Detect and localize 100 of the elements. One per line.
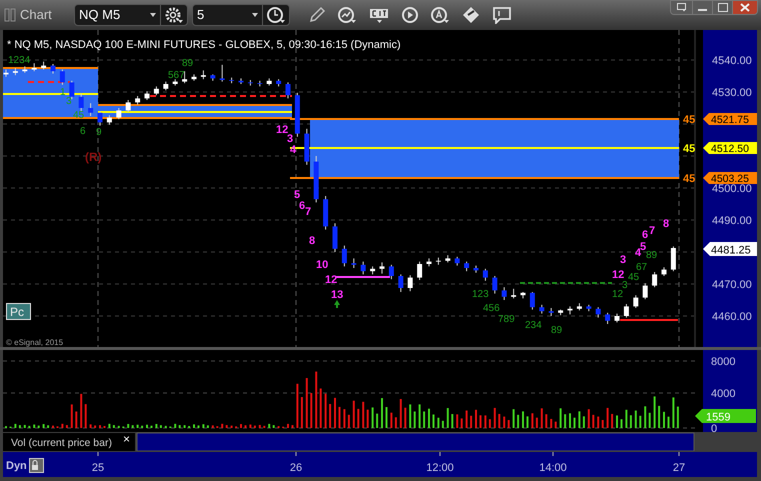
chart-circle-icon[interactable] [337, 6, 357, 24]
candle [323, 196, 328, 230]
candle [220, 64, 225, 82]
candle [294, 92, 300, 138]
candle [22, 66, 28, 74]
price-marker: 4521.75 [703, 113, 757, 126]
candle [464, 261, 470, 272]
candle [436, 257, 441, 266]
candle [474, 265, 478, 274]
level-line [335, 276, 390, 278]
count-label: 6 [642, 229, 648, 241]
candle [454, 256, 460, 266]
volume-label: 4000 [711, 388, 736, 400]
candle [445, 254, 450, 263]
candle [408, 274, 413, 292]
price-label: 4460.00 [712, 311, 752, 323]
candle [342, 245, 347, 267]
candle [633, 294, 638, 308]
volume-reading-marker: 1559 [695, 409, 756, 424]
minimize-button[interactable] [692, 1, 712, 14]
count-label: 6 [80, 126, 86, 137]
candle [360, 261, 366, 275]
date-label: 14:00 [539, 462, 567, 474]
date-label: 12:00 [426, 462, 454, 474]
price-label: 4490.00 [712, 215, 752, 227]
diamond-icon[interactable] [461, 6, 481, 24]
candle [520, 292, 526, 299]
count-label: 3 [622, 280, 628, 291]
candle [210, 74, 216, 82]
count-label: 8 [663, 218, 670, 230]
play-icon[interactable] [401, 6, 419, 24]
candle [32, 62, 37, 72]
count-label: 789 [498, 314, 515, 325]
alert-circle-icon[interactable] [430, 6, 450, 24]
level-line [28, 81, 70, 83]
count-label: 13 [331, 289, 344, 301]
pencil-icon[interactable] [308, 6, 326, 24]
count-label: 6 [299, 200, 306, 212]
close-study-button[interactable]: × [118, 432, 135, 451]
price-label: 4530.00 [712, 87, 752, 99]
count-label: 45 [628, 272, 640, 283]
symbol-combo[interactable]: NQ M5 [74, 4, 188, 26]
candle [568, 306, 572, 315]
candle [530, 292, 535, 310]
level-line [620, 319, 678, 321]
candle [511, 288, 516, 299]
gear-icon[interactable] [163, 6, 185, 24]
window-menu-button[interactable] [671, 1, 692, 14]
count-label: 234 [525, 320, 542, 331]
candle [351, 258, 356, 268]
lock-button[interactable] [29, 458, 44, 473]
count-label: 8 [309, 235, 316, 247]
candle [388, 264, 394, 280]
candle [135, 96, 140, 106]
caret-icon [252, 13, 258, 17]
candle [670, 246, 676, 272]
candle [398, 274, 404, 292]
count-label: 12 [612, 269, 624, 281]
candle [642, 282, 648, 300]
candle [596, 306, 601, 318]
candle [662, 266, 666, 276]
caret-icon [150, 13, 156, 17]
count-label: 67 [636, 262, 648, 273]
last-price-marker: 4481.25 [703, 242, 757, 256]
candle [417, 261, 422, 280]
study-tab[interactable]: Vol (current price bar) [3, 433, 118, 451]
count-label: 89 [646, 250, 658, 261]
candle [332, 222, 338, 252]
candle [380, 262, 384, 274]
candle [652, 272, 658, 288]
count-label: 7 [305, 206, 312, 218]
count-label: 9 [96, 127, 102, 138]
candle [482, 268, 488, 282]
candle [586, 304, 592, 312]
candle [276, 78, 282, 87]
candle [60, 69, 65, 86]
candle [200, 70, 206, 80]
count-label: 10 [316, 259, 328, 271]
date-label: 26 [290, 462, 302, 474]
count-label: 7 [649, 225, 656, 237]
clock-icon[interactable] [265, 6, 287, 24]
level-label: 45 [683, 143, 696, 155]
grip-icon[interactable] [4, 8, 16, 22]
get-icon[interactable] [368, 6, 390, 24]
candle [614, 313, 620, 323]
maximize-button[interactable] [712, 1, 732, 14]
candle [605, 312, 610, 324]
comment-icon[interactable] [492, 6, 512, 24]
count-label: 4 [635, 247, 642, 259]
count-label: 12 [325, 274, 338, 286]
close-button[interactable] [732, 1, 757, 14]
pc-button[interactable]: Pc [6, 303, 31, 320]
interval-combo[interactable]: 5 [192, 4, 290, 26]
copyright-text: © eSignal, 2015 [6, 338, 64, 347]
count-label: 3 [620, 254, 626, 266]
study-marker: (R) [85, 150, 102, 164]
candle [304, 128, 310, 166]
maximize-icon [718, 3, 728, 12]
candle [426, 258, 432, 267]
candle [238, 78, 244, 84]
